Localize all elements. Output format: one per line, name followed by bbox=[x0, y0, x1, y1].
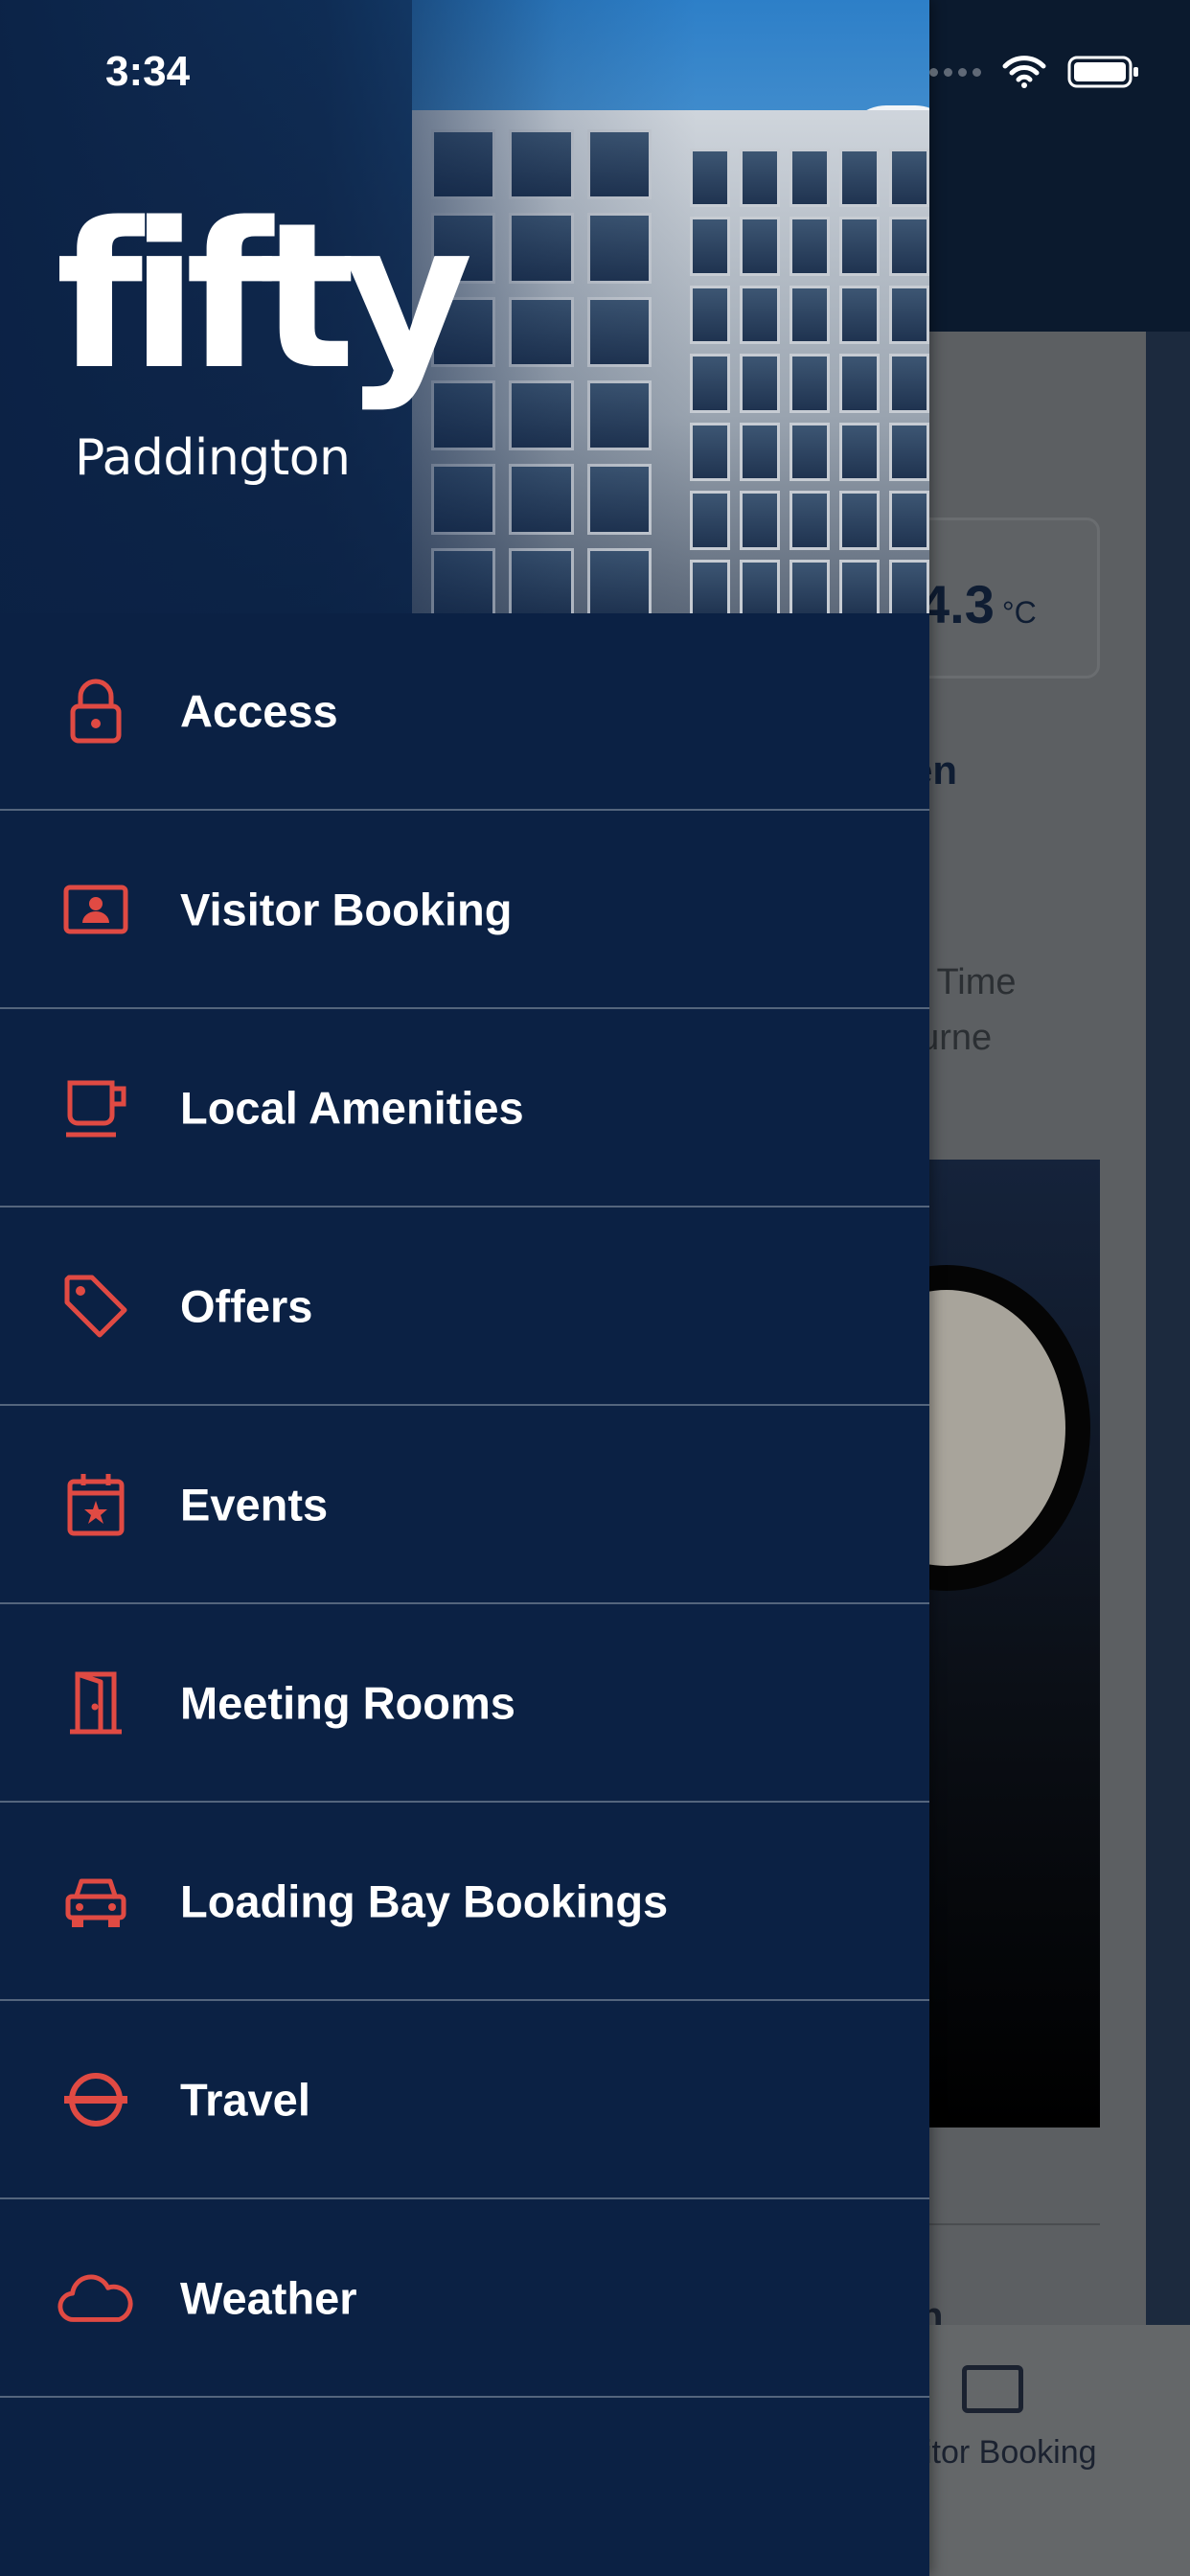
tag-icon bbox=[57, 1268, 134, 1345]
menu-item-travel[interactable]: Travel bbox=[0, 2001, 929, 2199]
coffee-cup-icon bbox=[57, 1070, 134, 1146]
menu-label: Visitor Booking bbox=[180, 884, 513, 934]
menu-label: Loading Bay Bookings bbox=[180, 1875, 669, 1926]
calendar-star-icon bbox=[57, 1466, 134, 1543]
menu-label: Access bbox=[180, 685, 338, 737]
cloud-icon bbox=[57, 2260, 134, 2336]
status-icons bbox=[929, 56, 1140, 88]
temperature-unit: °C bbox=[1001, 595, 1037, 630]
wifi-icon bbox=[1002, 56, 1046, 88]
underground-roundel-icon bbox=[57, 2061, 134, 2138]
menu-item-local-amenities[interactable]: Local Amenities bbox=[0, 1009, 929, 1208]
menu-item-events[interactable]: Events bbox=[0, 1406, 929, 1604]
background-temperature: 4.3 °C bbox=[920, 573, 1037, 635]
status-time: 3:34 bbox=[105, 48, 191, 95]
logo-location: Paddington bbox=[75, 429, 351, 487]
background-tab-label: itor Booking bbox=[925, 2434, 1097, 2471]
id-card-icon bbox=[57, 871, 134, 948]
menu-item-weather[interactable]: Weather bbox=[0, 2199, 929, 2398]
menu-item-access[interactable]: Access bbox=[0, 613, 929, 811]
menu-item-visitor-booking[interactable]: Visitor Booking bbox=[0, 811, 929, 1009]
menu-label: Weather bbox=[180, 2272, 357, 2323]
menu-label: Local Amenities bbox=[180, 1082, 524, 1133]
battery-icon bbox=[1067, 56, 1140, 88]
lock-icon bbox=[57, 673, 134, 749]
signal-icon bbox=[929, 67, 981, 77]
menu-label: Events bbox=[180, 1479, 329, 1530]
drawer-menu: Access Visitor Booking Local Amenities O… bbox=[0, 613, 929, 2398]
menu-label: Travel bbox=[180, 2074, 310, 2125]
menu-label: Meeting Rooms bbox=[180, 1677, 515, 1728]
temperature-value: 4.3 bbox=[920, 574, 995, 634]
car-icon bbox=[57, 1863, 134, 1940]
menu-item-offers[interactable]: Offers bbox=[0, 1208, 929, 1406]
menu-item-meeting-rooms[interactable]: Meeting Rooms bbox=[0, 1604, 929, 1803]
door-icon bbox=[57, 1665, 134, 1741]
menu-item-loading-bay-bookings[interactable]: Loading Bay Bookings bbox=[0, 1803, 929, 2001]
fifty-logo: fifty bbox=[56, 179, 473, 414]
menu-label: Offers bbox=[180, 1280, 313, 1331]
id-card-icon bbox=[962, 2365, 1023, 2413]
navigation-drawer: fifty Paddington Access Visitor Booking … bbox=[0, 0, 929, 2576]
